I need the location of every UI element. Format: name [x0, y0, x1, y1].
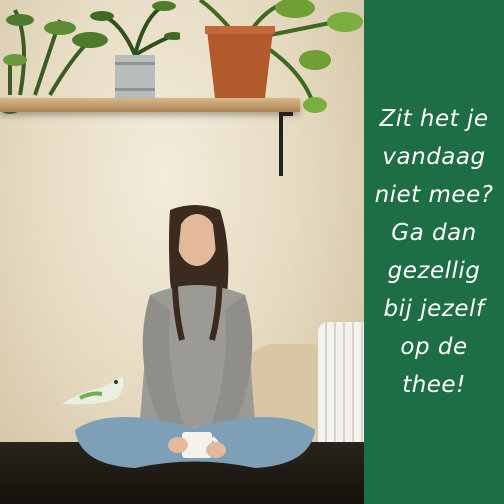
image-canvas: Zit het je vandaag niet mee? Ga dan geze… [0, 0, 504, 504]
shelf-bracket [279, 112, 293, 176]
quote-line: gezellig [387, 258, 481, 284]
wooden-shelf [0, 98, 300, 112]
quote-line: bij jezelf [383, 296, 485, 322]
quote-line: Zit het je [379, 106, 489, 132]
quote-text: Zit het je vandaag niet mee? Ga dan geze… [367, 100, 502, 404]
quote-line: thee! [402, 372, 466, 398]
ceramic-bird [62, 376, 124, 405]
quote-line: Ga dan [391, 220, 477, 246]
quote-line: niet mee? [374, 182, 494, 208]
quote-panel: Zit het je vandaag niet mee? Ga dan geze… [364, 0, 504, 504]
meditating-woman [75, 205, 315, 468]
meditation-photo [0, 0, 364, 504]
quote-line: op de [400, 334, 468, 360]
quote-line: vandaag [382, 144, 486, 170]
tin-can-plant [90, 1, 180, 100]
